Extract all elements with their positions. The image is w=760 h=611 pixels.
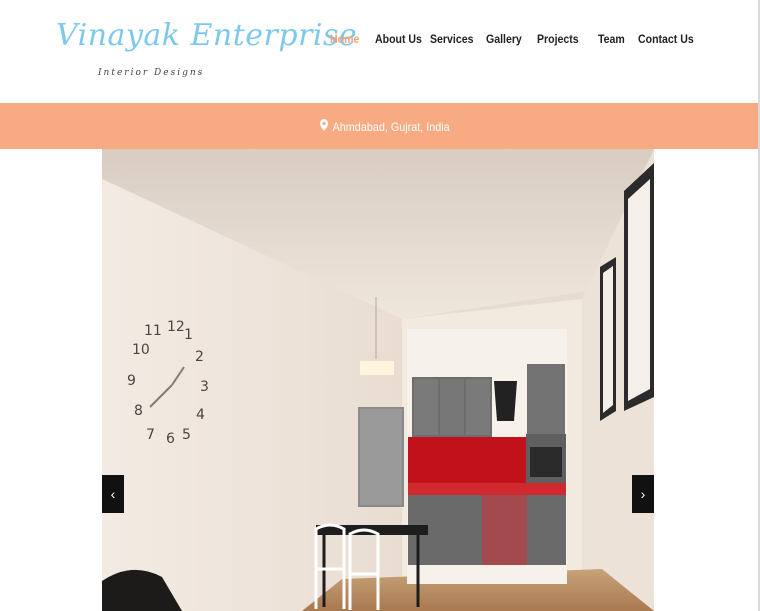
svg-text:12: 12 xyxy=(167,319,185,335)
nav-about-us[interactable]: About Us xyxy=(375,32,422,46)
svg-text:2: 2 xyxy=(195,349,204,365)
location-text: Ahmdabad, Gujrat, India xyxy=(332,119,450,134)
site-header: Vinayak Enterprise Interior Designs Home… xyxy=(0,0,760,103)
svg-text:6: 6 xyxy=(166,431,175,447)
hero-slider[interactable]: 12 1 2 3 4 5 6 7 8 9 10 11 xyxy=(102,149,654,611)
svg-text:5: 5 xyxy=(182,427,191,443)
svg-text:4: 4 xyxy=(196,407,205,423)
svg-text:1: 1 xyxy=(184,327,193,343)
nav-projects[interactable]: Projects xyxy=(537,32,579,46)
logo-title: Vinayak Enterprise xyxy=(56,18,358,53)
logo[interactable]: Vinayak Enterprise Interior Designs xyxy=(56,18,357,88)
nav-team[interactable]: Team xyxy=(598,32,625,46)
svg-text:7: 7 xyxy=(146,427,155,443)
svg-text:10: 10 xyxy=(132,342,150,358)
logo-tagline: Interior Designs xyxy=(98,68,205,78)
nav-contact-us[interactable]: Contact Us xyxy=(638,32,694,46)
location-info: Ahmdabad, Gujrat, India xyxy=(320,119,450,134)
slider-prev-button[interactable]: ‹ xyxy=(102,475,124,513)
svg-text:9: 9 xyxy=(127,373,136,389)
location-bar: Ahmdabad, Gujrat, India xyxy=(0,103,758,149)
nav-home[interactable]: Home xyxy=(330,32,359,46)
nav-services[interactable]: Services xyxy=(430,32,473,46)
svg-text:3: 3 xyxy=(200,379,209,395)
svg-text:11: 11 xyxy=(144,323,162,339)
nav-gallery[interactable]: Gallery xyxy=(486,32,522,46)
slider-next-button[interactable]: › xyxy=(632,475,654,513)
svg-text:8: 8 xyxy=(134,403,143,419)
map-marker-icon xyxy=(320,119,329,134)
kitchen-photo: 12 1 2 3 4 5 6 7 8 9 10 11 xyxy=(102,149,654,611)
